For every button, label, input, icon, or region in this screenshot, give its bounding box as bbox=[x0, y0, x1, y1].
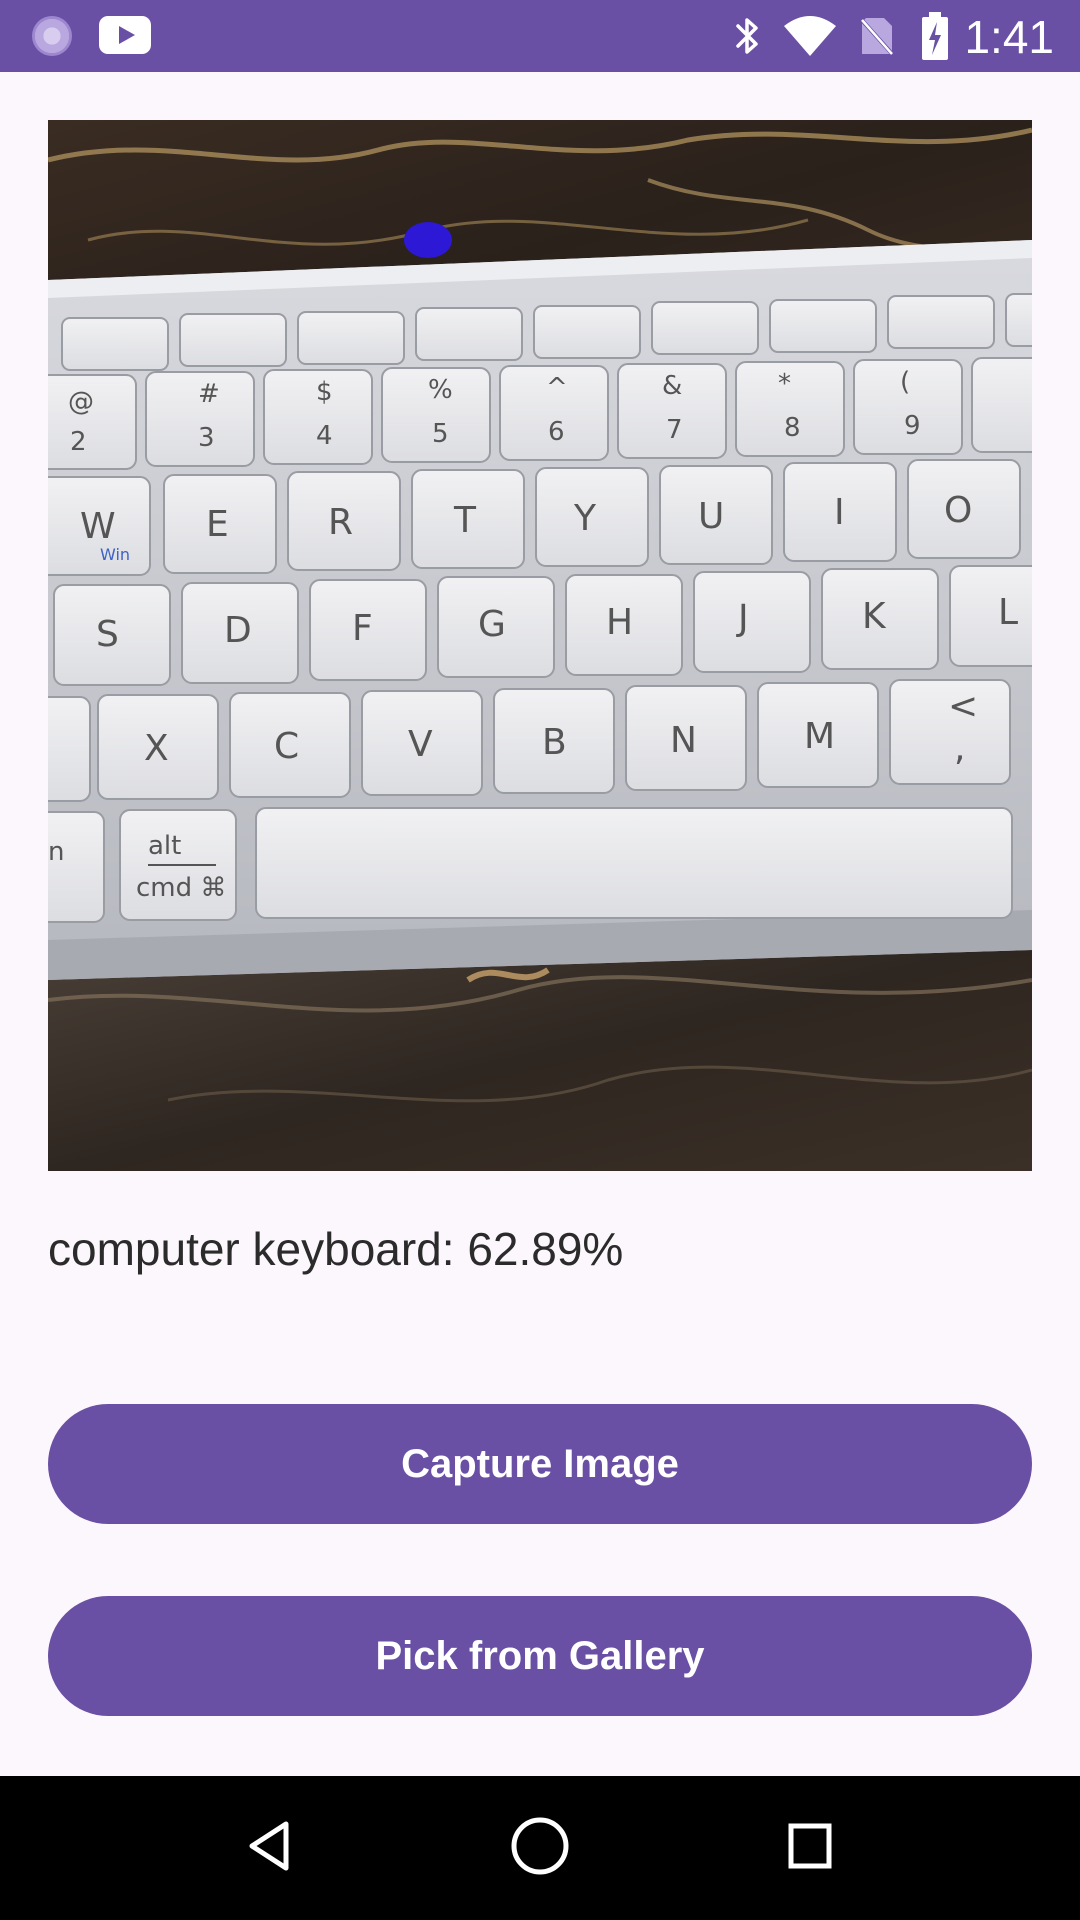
svg-text:H: H bbox=[606, 602, 633, 643]
svg-text:J: J bbox=[736, 598, 749, 639]
svg-text:S: S bbox=[96, 614, 119, 655]
svg-text:9: 9 bbox=[904, 411, 921, 441]
svg-text:,: , bbox=[954, 728, 965, 769]
svg-text:L: L bbox=[998, 592, 1018, 633]
svg-text:T: T bbox=[453, 500, 477, 541]
status-time: 1:41 bbox=[964, 11, 1054, 63]
wifi-icon bbox=[784, 16, 836, 56]
svg-text:E: E bbox=[206, 504, 229, 545]
svg-text:cmd ⌘: cmd ⌘ bbox=[136, 873, 226, 903]
svg-text:&: & bbox=[662, 371, 682, 401]
navigation-bar bbox=[0, 1776, 1080, 1920]
svg-text:8: 8 bbox=[784, 413, 801, 443]
svg-text:M: M bbox=[804, 716, 835, 757]
svg-text:V: V bbox=[408, 724, 433, 765]
svg-text:K: K bbox=[862, 596, 887, 637]
svg-text:5: 5 bbox=[432, 419, 449, 449]
svg-text:<: < bbox=[948, 686, 978, 727]
svg-text:D: D bbox=[224, 610, 252, 651]
bluetooth-icon bbox=[736, 18, 758, 54]
youtube-icon bbox=[99, 16, 151, 54]
svg-text:G: G bbox=[478, 604, 506, 645]
svg-text:#: # bbox=[198, 379, 220, 409]
recents-icon[interactable] bbox=[786, 1820, 834, 1872]
svg-text:Y: Y bbox=[573, 498, 597, 539]
svg-text:C: C bbox=[274, 726, 299, 767]
captured-image: @2 #3 $4 % 5 ^ 6 & 7 * 8 (9 W E R T Y U bbox=[48, 120, 1032, 1171]
svg-text:%: % bbox=[428, 375, 453, 405]
svg-text:X: X bbox=[144, 728, 169, 769]
svg-text:2: 2 bbox=[70, 427, 87, 457]
svg-text:n: n bbox=[48, 837, 64, 867]
svg-text:3: 3 bbox=[198, 423, 215, 453]
svg-text:6: 6 bbox=[548, 417, 565, 447]
svg-text:^: ^ bbox=[546, 373, 568, 403]
capture-image-button[interactable]: Capture Image bbox=[48, 1404, 1032, 1524]
svg-text:N: N bbox=[670, 720, 697, 761]
svg-text:R: R bbox=[328, 502, 353, 543]
svg-text:*: * bbox=[778, 369, 791, 399]
battery-charging-icon bbox=[922, 12, 948, 60]
svg-text:alt: alt bbox=[148, 831, 181, 861]
svg-text:B: B bbox=[542, 722, 567, 763]
status-bar: 1:41 bbox=[0, 0, 1080, 72]
no-sim-icon bbox=[858, 16, 896, 58]
svg-text:O: O bbox=[944, 490, 972, 531]
keyboard-photo: @2 #3 $4 % 5 ^ 6 & 7 * 8 (9 W E R T Y U I O … bbox=[48, 120, 1032, 1171]
svg-text:Win: Win bbox=[100, 545, 130, 564]
svg-text:(: ( bbox=[900, 367, 910, 397]
back-icon[interactable] bbox=[246, 1820, 294, 1872]
svg-text:7: 7 bbox=[666, 415, 683, 445]
svg-text:U: U bbox=[698, 496, 724, 537]
home-icon[interactable] bbox=[510, 1816, 570, 1876]
svg-text:I: I bbox=[834, 492, 845, 533]
svg-text:@: @ bbox=[68, 387, 94, 417]
pick-from-gallery-button[interactable]: Pick from Gallery bbox=[48, 1596, 1032, 1716]
classification-result: computer keyboard: 62.89% bbox=[48, 1223, 624, 1275]
svg-text:F: F bbox=[352, 608, 373, 649]
svg-text:4: 4 bbox=[316, 421, 333, 451]
svg-text:$: $ bbox=[316, 377, 333, 407]
svg-text:W: W bbox=[80, 506, 116, 547]
app-circle-icon bbox=[32, 16, 72, 56]
